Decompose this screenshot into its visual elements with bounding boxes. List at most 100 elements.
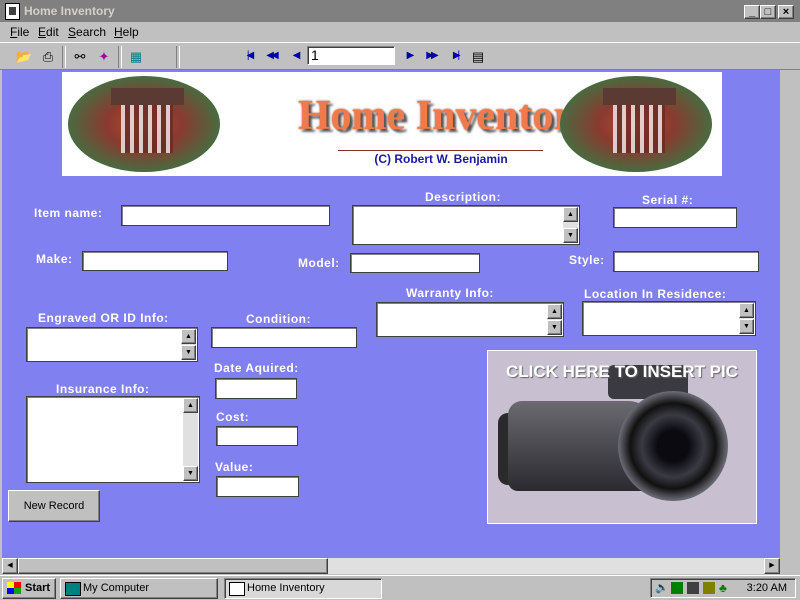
- start-button[interactable]: Start: [2, 578, 56, 599]
- next-record-icon[interactable]: ▶: [400, 47, 418, 65]
- serial-input[interactable]: [613, 207, 737, 228]
- date-acquired-label: Date Aquired:: [214, 361, 299, 375]
- insurance-label: Insurance Info:: [56, 382, 150, 396]
- condition-input[interactable]: [211, 327, 357, 348]
- scroll-up-icon[interactable]: ▲: [547, 304, 562, 319]
- new-record-button[interactable]: New Record: [8, 490, 100, 522]
- horizontal-scrollbar[interactable]: ◀ ▶: [2, 558, 780, 574]
- banner: Home Inventory (C) Robert W. Benjamin: [62, 72, 722, 176]
- binoculars-icon[interactable]: ⚯: [70, 47, 90, 67]
- calculator-icon[interactable]: ▦: [126, 47, 146, 67]
- description-label: Description:: [425, 190, 502, 204]
- speaker-icon[interactable]: 🔈: [655, 582, 669, 594]
- warranty-textarea[interactable]: ▲ ▼: [376, 302, 564, 337]
- minimize-button[interactable]: _: [744, 5, 760, 19]
- prev-record-icon[interactable]: ◀: [286, 47, 304, 65]
- item-name-label: Item name:: [34, 206, 103, 220]
- computer-icon: [65, 582, 81, 596]
- location-label: Location In Residence:: [584, 287, 727, 301]
- style-input[interactable]: [613, 251, 759, 272]
- insurance-scrollbar[interactable]: ▲ ▼: [183, 398, 198, 481]
- menu-edit[interactable]: Edit: [38, 25, 59, 39]
- insert-pic-text: CLICK HERE TO INSERT PIC: [505, 362, 739, 381]
- close-button[interactable]: ×: [778, 5, 794, 19]
- record-number-field[interactable]: 1: [307, 46, 395, 65]
- model-input[interactable]: [350, 253, 480, 273]
- scroll-up-icon[interactable]: ▲: [739, 303, 754, 318]
- condition-label: Condition:: [246, 312, 311, 326]
- toolbar-separator: [118, 46, 122, 68]
- scroll-right-icon[interactable]: ▶: [764, 558, 780, 574]
- banner-divider: [338, 150, 543, 151]
- start-label: Start: [25, 582, 51, 594]
- printer-icon[interactable]: ⎙: [38, 47, 58, 67]
- window-title: Home Inventory: [24, 4, 115, 18]
- scroll-down-icon[interactable]: ▼: [563, 228, 578, 243]
- title-bar[interactable]: Home Inventory _ □ ×: [0, 0, 800, 22]
- app-icon[interactable]: [5, 3, 20, 20]
- task-my-computer[interactable]: My Computer: [60, 578, 218, 599]
- prev-page-icon[interactable]: ◀◀: [262, 47, 280, 65]
- task-label: Home Inventory: [247, 582, 325, 594]
- engraved-textarea[interactable]: ▲ ▼: [26, 327, 198, 362]
- scroll-down-icon[interactable]: ▼: [181, 345, 196, 360]
- style-label: Style:: [569, 253, 605, 267]
- description-textarea[interactable]: ▲ ▼: [352, 205, 580, 245]
- value-label: Value:: [215, 460, 254, 474]
- menu-search[interactable]: Search: [68, 25, 106, 39]
- toolbar: 📂 ⎙ ⚯ ✦ ▦ |◀ ◀◀ ◀ 1 ▶ ▶▶ ▶| ▤: [0, 42, 800, 70]
- scheduler-icon[interactable]: [703, 582, 715, 594]
- item-name-input[interactable]: [121, 205, 330, 226]
- make-input[interactable]: [82, 251, 228, 271]
- windows-logo-icon: [7, 582, 21, 594]
- first-record-icon[interactable]: |◀: [240, 47, 258, 65]
- model-label: Model:: [298, 256, 340, 270]
- cost-label: Cost:: [216, 410, 250, 424]
- network-icon[interactable]: [671, 582, 683, 594]
- scroll-thumb[interactable]: [18, 558, 328, 574]
- cost-input[interactable]: [216, 426, 298, 446]
- scroll-up-icon[interactable]: ▲: [183, 398, 198, 413]
- copyright-text: (C) Robert W. Benjamin: [374, 152, 508, 166]
- scroll-left-icon[interactable]: ◀: [2, 558, 18, 574]
- banner-title: Home Inventory: [298, 93, 594, 139]
- engraved-scrollbar[interactable]: ▲ ▼: [181, 329, 196, 360]
- insurance-textarea[interactable]: ▲ ▼: [26, 396, 200, 483]
- warranty-scrollbar[interactable]: ▲ ▼: [547, 304, 562, 335]
- menu-help[interactable]: Help: [114, 25, 139, 39]
- description-scrollbar[interactable]: ▲ ▼: [563, 207, 578, 243]
- scroll-up-icon[interactable]: ▲: [181, 329, 196, 344]
- next-page-icon[interactable]: ▶▶: [422, 47, 440, 65]
- menu-file[interactable]: File: [10, 25, 29, 39]
- clover-icon[interactable]: ♣: [719, 582, 731, 594]
- engraved-label: Engraved OR ID Info:: [38, 311, 169, 325]
- warranty-label: Warranty Info:: [406, 286, 494, 300]
- task-home-inventory[interactable]: Home Inventory: [224, 578, 382, 599]
- toolbar-separator: [176, 46, 180, 68]
- insert-picture-area[interactable]: CLICK HERE TO INSERT PIC: [487, 350, 757, 524]
- date-acquired-input[interactable]: [215, 378, 297, 399]
- last-record-icon[interactable]: ▶|: [446, 47, 464, 65]
- menu-bar: File Edit Search Help: [0, 22, 800, 42]
- clock: 3:20 AM: [746, 582, 787, 594]
- house-photo-left: [68, 76, 220, 172]
- wizard-icon[interactable]: ✦: [94, 47, 114, 67]
- value-input[interactable]: [216, 476, 299, 497]
- properties-icon[interactable]: ▤: [468, 47, 488, 67]
- system-tray: 🔈 ♣ 3:20 AM: [650, 578, 796, 598]
- make-label: Make:: [36, 252, 73, 266]
- taskbar: Start My Computer Home Inventory 🔈 ♣ 3:2…: [0, 575, 800, 600]
- printer-tray-icon[interactable]: [687, 582, 699, 594]
- camera-lens: [618, 391, 728, 501]
- maximize-button[interactable]: □: [760, 5, 776, 19]
- open-folder-icon[interactable]: 📂: [14, 47, 34, 67]
- house-photo-right: [560, 76, 712, 172]
- location-scrollbar[interactable]: ▲ ▼: [739, 303, 754, 334]
- scroll-down-icon[interactable]: ▼: [547, 320, 562, 335]
- scroll-up-icon[interactable]: ▲: [563, 207, 578, 222]
- app-icon: [229, 582, 245, 596]
- scroll-down-icon[interactable]: ▼: [739, 319, 754, 334]
- task-label: My Computer: [83, 582, 150, 594]
- scroll-down-icon[interactable]: ▼: [183, 466, 198, 481]
- location-textarea[interactable]: ▲ ▼: [582, 301, 756, 336]
